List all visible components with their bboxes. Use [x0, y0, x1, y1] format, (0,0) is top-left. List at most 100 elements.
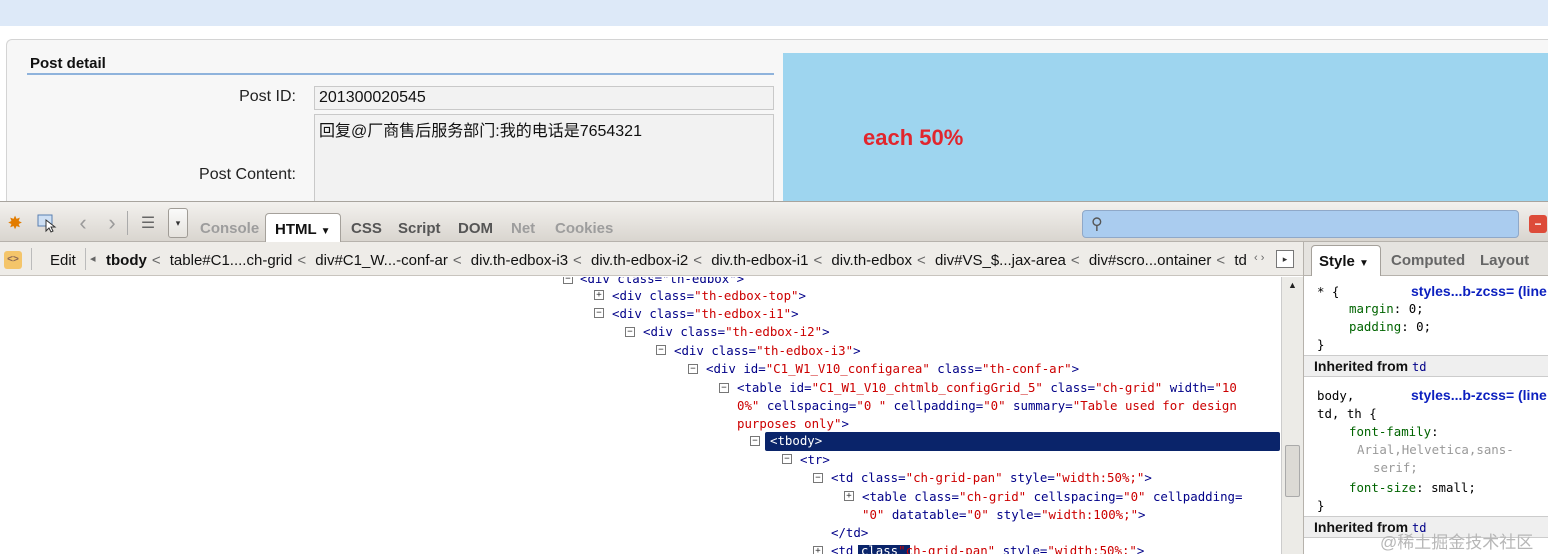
attr: class=	[680, 324, 726, 339]
breadcrumb-item[interactable]: div#scro...ontainer	[1089, 252, 1212, 269]
tab-html[interactable]: HTML ▼	[265, 213, 341, 243]
scrollbar-thumb[interactable]	[1285, 445, 1300, 497]
tab-cookies[interactable]: Cookies	[555, 220, 613, 237]
tree-node[interactable]: <div class="th-edbox-i2">	[643, 324, 830, 339]
post-content-field[interactable]: 回复@厂商售后服务部门:我的电话是7654321	[314, 114, 774, 202]
tree-node[interactable]: <div class="th-edbox-i1">	[612, 306, 799, 321]
tab-style[interactable]: Style ▼	[1311, 245, 1381, 276]
edit-button[interactable]: Edit	[50, 252, 76, 269]
scroll-right-icon[interactable]: ‹ ›	[1254, 252, 1264, 264]
tab-computed[interactable]: Computed	[1391, 252, 1465, 269]
tab-layout[interactable]: Layout	[1480, 252, 1529, 269]
css-selector[interactable]: * {	[1317, 284, 1339, 299]
tree-node[interactable]: <tr>	[800, 452, 830, 467]
collapse-icon[interactable]: −	[656, 345, 666, 355]
collapse-icon[interactable]: −	[719, 383, 729, 393]
tag: <td	[831, 470, 861, 485]
css-selector[interactable]: body,	[1317, 388, 1354, 403]
attr: width=	[1162, 380, 1215, 395]
tab-style-label: Style	[1319, 253, 1355, 270]
list-icon[interactable]: ☰	[137, 212, 159, 234]
post-id-field[interactable]: 201300020545	[314, 86, 774, 110]
tree-node[interactable]: <div class="th-edbox">	[580, 277, 744, 286]
breadcrumb-item[interactable]: div#C1_W...-conf-ar	[315, 252, 448, 269]
css-property-line[interactable]: font-size: small;	[1349, 480, 1476, 495]
collapse-icon[interactable]: −	[625, 327, 635, 337]
collapse-icon[interactable]: −	[563, 277, 573, 284]
breadcrumb-item[interactable]: table#C1....ch-grid	[170, 252, 293, 269]
attr: style=	[1002, 470, 1055, 485]
breadcrumb-item[interactable]: div.th-edbox-i1	[711, 252, 808, 269]
forward-icon[interactable]: ›	[101, 210, 123, 235]
breadcrumb-item[interactable]: div#VS_$...jax-area	[935, 252, 1066, 269]
panel-menu-dropdown[interactable]: ▾	[168, 208, 188, 238]
tab-dom[interactable]: DOM	[458, 220, 493, 237]
breadcrumb-item[interactable]: tbody	[106, 252, 147, 269]
css-source-link[interactable]: styles...b-zcss= (line	[1411, 387, 1547, 403]
tag: <div	[612, 306, 650, 321]
close-icon[interactable]: −	[1529, 215, 1547, 233]
inherited-label: Inherited from	[1314, 358, 1409, 374]
tree-node[interactable]: <table class="ch-grid" cellspacing="0" c…	[862, 489, 1242, 504]
search-input[interactable]: ⚲	[1082, 210, 1519, 238]
attr: class=	[711, 343, 757, 358]
html-view-icon[interactable]: <>	[4, 251, 22, 269]
tag: <div	[674, 343, 712, 358]
attr[interactable]: class	[861, 543, 898, 554]
tree-node[interactable]: <div class="th-edbox-i3">	[674, 343, 861, 358]
firebug-icon[interactable]: ✸	[4, 212, 26, 234]
tree-node[interactable]: <div id="C1_W1_V10_configarea" class="th…	[706, 361, 1079, 376]
collapse-icon[interactable]: −	[813, 473, 823, 483]
tab-script[interactable]: Script	[398, 220, 441, 237]
scroll-up-icon[interactable]: ▲	[1285, 280, 1300, 295]
tree-scrollbar[interactable]: ▲	[1281, 277, 1303, 554]
tag: <div	[706, 361, 744, 376]
tree-node[interactable]: <table id="C1_W1_V10_chtmlb_configGrid_5…	[737, 380, 1237, 395]
css-property-line[interactable]: padding: 0;	[1349, 319, 1431, 334]
breadcrumb-separator: <	[151, 252, 161, 269]
inherited-tag-link[interactable]: td	[1412, 360, 1426, 374]
expand-icon[interactable]: +	[594, 290, 604, 300]
breadcrumb-separator	[31, 248, 32, 270]
css-source-link[interactable]: styles...b-zcss= (line	[1411, 283, 1547, 299]
attr: class=	[649, 306, 695, 321]
tree-node[interactable]: <div class="th-edbox-top">	[612, 288, 806, 303]
tab-net[interactable]: Net	[511, 220, 535, 237]
breadcrumb-item[interactable]: div.th-edbox-i3	[471, 252, 568, 269]
attr: cellpadding=	[886, 398, 984, 413]
chevron-down-icon: ▼	[320, 226, 331, 237]
blue-box-caption: each 50%	[863, 125, 964, 150]
firebug-toolbar: ✸ ‹ › ☰ ▾ Console HTML ▼ CSS Script DOM …	[0, 201, 1548, 243]
attr-value: "th-edbox-i1"	[694, 306, 792, 321]
collapse-icon[interactable]: −	[688, 364, 698, 374]
tree-node[interactable]: <td class="ch-grid-pan" style="width:50%…	[831, 470, 1152, 485]
tab-css[interactable]: CSS	[351, 220, 382, 237]
breadcrumb-item[interactable]: div.th-edbox-i2	[591, 252, 688, 269]
inspect-icon[interactable]	[36, 212, 58, 234]
breadcrumb-separator: <	[917, 252, 926, 269]
css-rule-close: }	[1317, 337, 1325, 352]
scroll-left-icon[interactable]: ◂	[90, 252, 96, 265]
breadcrumb-item[interactable]: div.th-edbox	[831, 252, 912, 269]
selected-tree-node[interactable]	[765, 432, 1280, 451]
attr: cellspacing=	[759, 398, 857, 413]
collapse-icon[interactable]: −	[750, 436, 760, 446]
css-property-line[interactable]: margin: 0;	[1349, 301, 1424, 316]
breadcrumb-end-button[interactable]: ▸	[1276, 250, 1294, 268]
expand-icon[interactable]: +	[813, 546, 823, 554]
breadcrumb-item[interactable]: td	[1234, 252, 1247, 269]
css-property-line[interactable]: font-family:	[1349, 424, 1439, 439]
search-icon: ⚲	[1091, 216, 1103, 233]
tree-node[interactable]: <td class"ch-grid-pan" style="width:50%;…	[831, 543, 1144, 554]
attr: style=	[995, 543, 1048, 554]
tag-end: >	[1071, 361, 1080, 376]
collapse-icon[interactable]: −	[782, 454, 792, 464]
chevron-down-icon: ▼	[1359, 258, 1369, 269]
tab-console[interactable]: Console	[200, 220, 259, 237]
expand-icon[interactable]: +	[844, 491, 854, 501]
breadcrumb-separator: <	[452, 252, 462, 269]
collapse-icon[interactable]: −	[594, 308, 604, 318]
css-selector[interactable]: td, th {	[1317, 406, 1377, 421]
tree-node[interactable]: </td>	[831, 525, 868, 540]
back-icon[interactable]: ‹	[72, 210, 94, 235]
